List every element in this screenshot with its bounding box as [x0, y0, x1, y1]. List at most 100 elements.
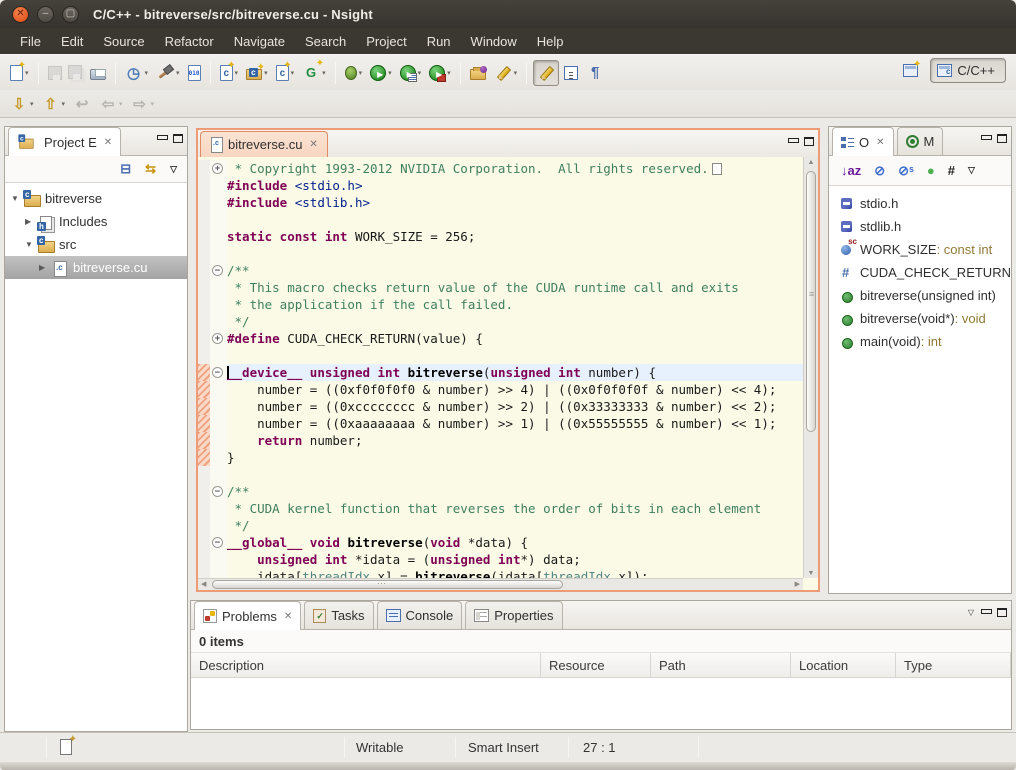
prev-annotation-button[interactable]: ⇧▾ [39, 92, 69, 116]
column-header-location[interactable]: Location [791, 653, 896, 677]
view-menu-button[interactable]: ▽ [968, 165, 975, 176]
hide-nonpublic-button[interactable]: ● [927, 163, 935, 178]
menu-edit[interactable]: Edit [51, 30, 93, 53]
tab-problems[interactable]: Problems✕ [194, 601, 301, 630]
column-header-path[interactable]: Path [651, 653, 791, 677]
external-tools-button[interactable]: ▾ [426, 62, 454, 84]
debug-button[interactable]: ▾ [342, 63, 366, 83]
run-button[interactable]: ▾ [367, 62, 395, 84]
outline-item-work-size[interactable]: WORK_SIZE : const int [829, 238, 1011, 261]
dropdown-arrow-icon[interactable]: ▾ [119, 100, 123, 108]
scroll-down-icon[interactable]: ▼ [804, 570, 818, 577]
minimize-view-icon[interactable] [157, 135, 166, 143]
menu-run[interactable]: Run [417, 30, 461, 53]
new-c-folder-button[interactable]: ▾ [243, 62, 271, 83]
build-button[interactable]: ▾ [153, 61, 183, 85]
dropdown-arrow-icon[interactable]: ▾ [388, 69, 392, 77]
view-menu-button[interactable]: ▽ [170, 164, 177, 175]
tree-collapsed-arrow-icon[interactable]: ▶ [39, 263, 51, 272]
tab-tasks[interactable]: Tasks [304, 601, 373, 629]
binary-parser-button[interactable]: 010 [185, 62, 204, 84]
outline-item-cuda-check-return[interactable]: CUDA_CHECK_RETURN [829, 261, 1011, 284]
tab-properties[interactable]: Properties [465, 601, 562, 629]
dropdown-arrow-icon[interactable]: ▾ [359, 69, 363, 77]
tab-console[interactable]: Console [377, 601, 463, 629]
scroll-up-icon[interactable]: ▲ [804, 159, 818, 166]
outline-item-stdio-h[interactable]: stdio.h [829, 192, 1011, 215]
tree-expanded-arrow-icon[interactable]: ▼ [25, 240, 37, 249]
column-header-type[interactable]: Type [896, 653, 1011, 677]
outline-item-bitreverse-void-[interactable]: bitreverse(void*) : void [829, 307, 1011, 330]
collapsed-region-box-icon[interactable] [712, 163, 722, 175]
dropdown-arrow-icon[interactable]: ▾ [418, 69, 422, 77]
maximize-view-icon[interactable] [173, 134, 183, 143]
new-code-button[interactable]: G▾ [299, 61, 329, 85]
expand-fold-icon[interactable]: + [212, 163, 223, 174]
new-wizard-button[interactable]: ▾ [7, 62, 32, 84]
window-maximize-icon[interactable]: ▢ [62, 6, 79, 23]
menu-help[interactable]: Help [527, 30, 574, 53]
next-annotation-button[interactable]: ⇩▾ [7, 92, 37, 116]
dropdown-arrow-icon[interactable]: ▾ [447, 69, 451, 77]
close-icon[interactable]: ✕ [104, 137, 112, 148]
hide-inactive-button[interactable]: # [948, 163, 955, 178]
sort-button[interactable]: ↓az [841, 163, 861, 178]
menu-navigate[interactable]: Navigate [224, 30, 295, 53]
tab-outline[interactable]: O ✕ [832, 127, 894, 156]
cpp-perspective-button[interactable]: c C/C++ [930, 58, 1006, 83]
maximize-view-icon[interactable] [997, 134, 1007, 143]
dropdown-arrow-icon[interactable]: ▾ [514, 69, 518, 77]
tab-bitreverse-cu[interactable]: bitreverse.cu ✕ [200, 131, 328, 157]
highlight-toggle-button[interactable] [533, 60, 559, 86]
dropdown-arrow-icon[interactable]: ▾ [62, 100, 66, 108]
print-button[interactable] [87, 62, 109, 83]
open-element-button[interactable] [467, 62, 489, 83]
vertical-scroll-thumb[interactable] [806, 171, 816, 432]
new-c-source-button[interactable]: ▾ [217, 62, 242, 84]
new-c-class-button[interactable]: ▾ [273, 62, 298, 84]
menu-refactor[interactable]: Refactor [155, 30, 224, 53]
forward-button[interactable]: ⇨▾ [128, 92, 158, 116]
minimize-view-icon[interactable] [981, 135, 990, 143]
column-header-description[interactable]: Description [191, 653, 541, 677]
window-minimize-icon[interactable]: – [37, 6, 54, 23]
outline-item-bitreverse-unsigned-int-[interactable]: bitreverse(unsigned int) [829, 284, 1011, 307]
menu-window[interactable]: Window [461, 30, 527, 53]
menu-file[interactable]: File [10, 30, 51, 53]
tree-item-bitreverse[interactable]: ▼bitreverse [5, 187, 187, 210]
dropdown-arrow-icon[interactable]: ▾ [145, 69, 149, 77]
show-whitespace-button[interactable]: ¶ [583, 61, 607, 85]
dropdown-arrow-icon[interactable]: ▾ [30, 100, 34, 108]
tab-project-explorer[interactable]: Project E ✕ [8, 127, 121, 156]
collapse-fold-icon[interactable]: − [212, 367, 223, 378]
hide-fields-button[interactable]: ⊘ [874, 163, 885, 179]
dropdown-arrow-icon[interactable]: ▾ [176, 69, 180, 77]
expand-fold-icon[interactable]: + [212, 333, 223, 344]
tree-item-src[interactable]: ▼src [5, 233, 187, 256]
code-editor[interactable]: + * Copyright 1993-2012 NVIDIA Corporati… [198, 157, 818, 578]
hide-static-button[interactable]: ⊘ˢ [898, 163, 914, 179]
open-perspective-button[interactable] [900, 61, 921, 80]
back-button[interactable]: ⇦▾ [96, 92, 126, 116]
close-icon[interactable]: ✕ [309, 139, 317, 150]
minimize-editor-icon[interactable] [788, 138, 797, 146]
collapse-fold-icon[interactable]: − [212, 486, 223, 497]
menu-search[interactable]: Search [295, 30, 356, 53]
minimize-view-icon[interactable] [981, 609, 990, 617]
tree-collapsed-arrow-icon[interactable]: ▶ [25, 217, 37, 226]
menu-project[interactable]: Project [356, 30, 416, 53]
maximize-view-icon[interactable] [997, 608, 1007, 617]
tab-make-target[interactable]: M [897, 127, 944, 155]
search-marker-button[interactable]: ▾ [491, 61, 521, 85]
dropdown-arrow-icon[interactable]: ▾ [151, 100, 155, 108]
tree-item-bitreverse-cu[interactable]: ▶bitreverse.cu [5, 256, 187, 279]
scroll-right-icon[interactable]: ▶ [795, 580, 800, 588]
window-close-icon[interactable]: ✕ [12, 6, 29, 23]
horizontal-scrollbar[interactable]: ◀ ▶ [198, 578, 803, 590]
dropdown-arrow-icon[interactable]: ▾ [322, 69, 326, 77]
run-history-button[interactable]: ▾ [397, 62, 425, 84]
last-edit-button[interactable]: ↩ [70, 92, 94, 116]
outline-item-stdlib-h[interactable]: stdlib.h [829, 215, 1011, 238]
menu-source[interactable]: Source [93, 30, 154, 53]
tree-item-includes[interactable]: ▶Includes [5, 210, 187, 233]
